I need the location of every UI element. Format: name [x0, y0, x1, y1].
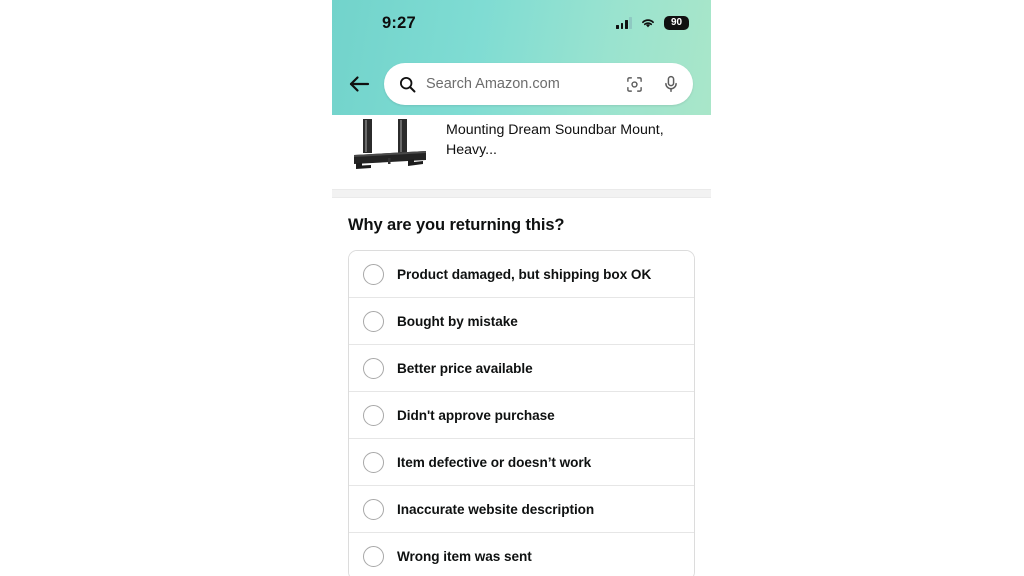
camera-scan-icon[interactable]	[626, 76, 643, 93]
reason-options-list: Product damaged, but shipping box OK Bou…	[348, 250, 695, 576]
reason-option-label: Bought by mistake	[397, 313, 518, 329]
radio-button[interactable]	[363, 451, 384, 473]
status-bar-clock: 9:27	[382, 13, 416, 32]
battery-icon: 90	[664, 15, 689, 31]
cellular-signal-icon	[616, 17, 632, 29]
search-placeholder-text: Search Amazon.com	[426, 76, 560, 92]
product-thumbnail	[346, 119, 434, 179]
reason-option-didnt-approve[interactable]: Didn't approve purchase	[349, 392, 694, 439]
status-bar-icons: 90	[616, 15, 689, 31]
reason-option-label: Product damaged, but shipping box OK	[397, 266, 652, 282]
product-summary[interactable]: Mounting Dream Soundbar Mount, Heavy...	[332, 115, 711, 189]
microphone-icon[interactable]	[663, 75, 679, 93]
return-reason-section: Why are you returning this? Product dama…	[332, 198, 711, 576]
reason-option-label: Item defective or doesn’t work	[397, 454, 592, 470]
radio-button[interactable]	[363, 404, 384, 426]
reason-option-label: Wrong item was sent	[397, 549, 532, 564]
reason-option-wrong-item[interactable]: Wrong item was sent	[349, 533, 694, 576]
back-arrow-icon[interactable]	[344, 69, 374, 99]
radio-button[interactable]	[363, 546, 384, 567]
reason-option-item-defective[interactable]: Item defective or doesn’t work	[349, 439, 694, 486]
reason-option-label: Inaccurate website description	[397, 501, 595, 517]
screenshot-canvas: 9:27 90 Search Amazon.com Mounting Dream…	[0, 0, 1024, 576]
reason-option-bought-by-mistake[interactable]: Bought by mistake	[349, 298, 694, 345]
phone-screen: 9:27 90 Search Amazon.com Mounting Dream…	[332, 0, 711, 576]
radio-button[interactable]	[363, 498, 384, 520]
search-row: Search Amazon.com	[332, 62, 711, 106]
status-bar: 9:27 90	[332, 0, 711, 46]
reason-option-label: Better price available	[397, 360, 533, 376]
reason-option-product-damaged[interactable]: Product damaged, but shipping box OK	[349, 251, 694, 298]
reason-option-inaccurate-description[interactable]: Inaccurate website description	[349, 486, 694, 533]
product-title: Mounting Dream Soundbar Mount, Heavy...	[446, 122, 664, 159]
section-divider	[332, 189, 711, 198]
wifi-icon	[640, 17, 656, 29]
reason-option-label: Didn't approve purchase	[397, 407, 555, 423]
page-title: Why are you returning this?	[348, 216, 565, 234]
search-icon	[399, 76, 416, 93]
reason-option-better-price[interactable]: Better price available	[349, 345, 694, 392]
radio-button[interactable]	[363, 263, 384, 285]
radio-button[interactable]	[363, 357, 384, 379]
search-input[interactable]: Search Amazon.com	[384, 63, 693, 105]
radio-button[interactable]	[363, 310, 384, 332]
app-header: 9:27 90 Search Amazon.com	[332, 0, 711, 115]
